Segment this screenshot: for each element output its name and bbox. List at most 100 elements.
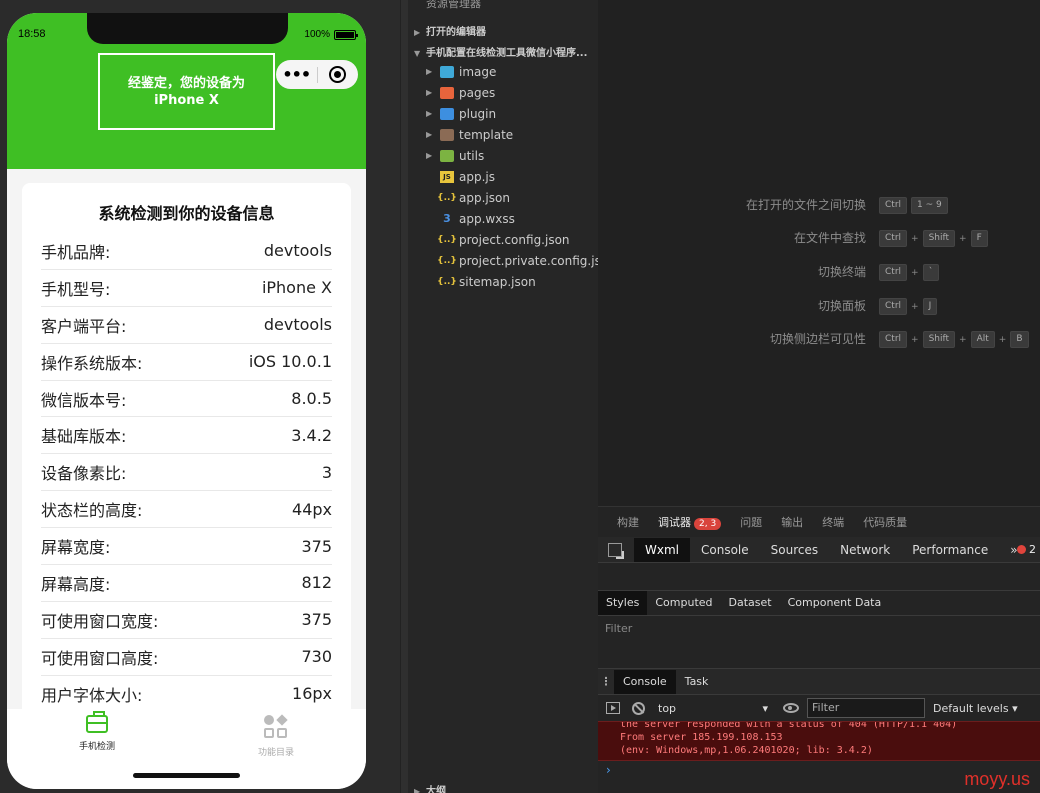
info-label: 屏幕高度: bbox=[41, 574, 111, 594]
info-row: 客户端平台: devtools bbox=[41, 307, 332, 344]
tree-folder-image[interactable]: ▶ image bbox=[426, 61, 496, 82]
key: Ctrl bbox=[879, 298, 908, 315]
tree-folder-template[interactable]: ▶ template bbox=[426, 124, 513, 145]
section-outline[interactable]: ▶ 大纲 bbox=[414, 782, 598, 793]
tab-console-drawer[interactable]: Console bbox=[614, 669, 676, 694]
error-line: (env: Windows,mp,1.06.2401020; lib: 3.4.… bbox=[620, 745, 873, 756]
tree-label: app.json bbox=[459, 190, 510, 205]
shortcut-keys: Ctrl + Shift + Alt + B bbox=[879, 331, 1029, 348]
tab-component-data[interactable]: Component Data bbox=[780, 591, 890, 615]
tree-folder-plugin[interactable]: ▶ plugin bbox=[426, 103, 496, 124]
info-row: 可使用窗口高度: 730 bbox=[41, 639, 332, 676]
chevron-right-icon: ▶ bbox=[414, 28, 421, 37]
kebab-menu-icon[interactable]: ⋮ bbox=[598, 675, 614, 688]
tab-build[interactable]: 构建 bbox=[617, 514, 639, 530]
tab-performance[interactable]: Performance bbox=[901, 538, 999, 562]
error-line: From server 185.199.108.153 bbox=[620, 732, 783, 743]
context-value: top bbox=[658, 701, 677, 715]
tab-sources[interactable]: Sources bbox=[760, 538, 829, 562]
section-label: 大纲 bbox=[426, 786, 446, 793]
folder-icon bbox=[440, 149, 454, 162]
target-icon bbox=[329, 66, 347, 83]
key: Shift bbox=[922, 230, 956, 247]
tab-dataset[interactable]: Dataset bbox=[721, 591, 780, 615]
info-label: 手机品牌: bbox=[41, 242, 111, 262]
miniprogram-capsule: ••• bbox=[276, 60, 358, 89]
tree-label: plugin bbox=[459, 106, 497, 121]
json-file-icon: {..} bbox=[437, 192, 457, 203]
more-menu-icon[interactable]: ••• bbox=[276, 65, 317, 84]
styles-filter-input[interactable]: Filter bbox=[605, 622, 632, 635]
tab-task[interactable]: Task bbox=[676, 670, 718, 694]
tab-debugger[interactable]: 调试器 2, 3 bbox=[658, 514, 722, 530]
tree-file-sitemap[interactable]: {..} sitemap.json bbox=[437, 271, 536, 292]
panel-divider[interactable] bbox=[400, 0, 408, 793]
tab-problems[interactable]: 问题 bbox=[740, 514, 762, 530]
section-project[interactable]: ▼ 手机配置在线检测工具微信小程序... bbox=[414, 44, 598, 59]
eye-icon[interactable] bbox=[783, 703, 799, 713]
tab-console[interactable]: Console bbox=[690, 538, 760, 562]
device-banner: 经鉴定，您的设备为 iPhone X bbox=[98, 53, 275, 130]
chevron-right-icon: ▶ bbox=[426, 109, 433, 118]
close-miniprogram-button[interactable] bbox=[317, 66, 358, 83]
tree-folder-pages[interactable]: ▶ pages bbox=[426, 82, 495, 103]
key: F bbox=[970, 230, 988, 247]
devtools-tabbar: Wxml Console Sources Network Performance… bbox=[598, 537, 1040, 563]
error-badge: 2, 3 bbox=[694, 518, 722, 530]
tab-phone-detect[interactable]: 手机检测 bbox=[37, 711, 157, 752]
info-row: 手机型号: iPhone X bbox=[41, 270, 332, 307]
info-label: 状态栏的高度: bbox=[41, 501, 143, 521]
key: Shift bbox=[922, 331, 956, 348]
json-file-icon: {..} bbox=[437, 234, 457, 245]
key: Ctrl bbox=[879, 230, 908, 247]
tab-network[interactable]: Network bbox=[829, 538, 901, 562]
info-row: 可使用窗口宽度: 375 bbox=[41, 602, 332, 639]
console-filter-input[interactable]: Filter bbox=[807, 698, 925, 718]
tab-code-quality[interactable]: 代码质量 bbox=[863, 514, 907, 530]
sidebar-toggle-icon[interactable] bbox=[606, 702, 620, 714]
log-levels-dropdown[interactable]: Default levels ▾ bbox=[933, 702, 1018, 715]
tree-label: project.config.json bbox=[459, 232, 570, 247]
tab-function-menu[interactable]: 功能目录 bbox=[216, 714, 336, 758]
inspect-element-icon[interactable] bbox=[608, 542, 624, 559]
tree-file-project-config[interactable]: {..} project.config.json bbox=[437, 229, 570, 250]
section-label: 手机配置在线检测工具微信小程序... bbox=[426, 48, 588, 59]
tree-folder-utils[interactable]: ▶ utils bbox=[426, 145, 484, 166]
console-prompt[interactable]: › bbox=[606, 763, 611, 777]
tab-terminal[interactable]: 终端 bbox=[822, 514, 844, 530]
info-value: 8.0.5 bbox=[291, 389, 332, 408]
chevron-right-icon: ▶ bbox=[426, 130, 433, 139]
console-toolbar: top ▾ Filter Default levels ▾ bbox=[598, 695, 1040, 721]
tree-file-app-wxss[interactable]: 3 app.wxss bbox=[440, 208, 515, 229]
explorer-more-icon[interactable]: ··· bbox=[566, 0, 579, 8]
chevron-right-icon: ▶ bbox=[426, 67, 433, 76]
tree-file-app-js[interactable]: JS app.js bbox=[440, 166, 495, 187]
key: B bbox=[1010, 331, 1029, 348]
tree-label: utils bbox=[459, 148, 485, 163]
info-value: 44px bbox=[292, 499, 332, 519]
tab-wxml[interactable]: Wxml bbox=[634, 537, 690, 562]
tab-output[interactable]: 输出 bbox=[781, 514, 803, 530]
tab-styles[interactable]: Styles bbox=[598, 591, 648, 615]
json-file-icon: {..} bbox=[437, 255, 457, 266]
clear-console-icon[interactable] bbox=[632, 701, 645, 715]
section-open-editors[interactable]: ▶ 打开的编辑器 bbox=[414, 23, 598, 38]
explorer-title: 资源管理器 bbox=[426, 0, 481, 10]
device-info-card: 系统检测到你的设备信息 手机品牌: devtools 手机型号: iPhone X … bbox=[22, 183, 351, 723]
info-label: 手机型号: bbox=[41, 279, 111, 299]
tab-computed[interactable]: Computed bbox=[647, 591, 720, 615]
chevron-right-icon: ▶ bbox=[426, 88, 433, 97]
context-select[interactable]: top ▾ bbox=[658, 702, 768, 715]
info-label: 可使用窗口高度: bbox=[41, 648, 159, 668]
info-value: iOS 10.0.1 bbox=[248, 352, 332, 372]
shortcut-label: 在文件中查找 bbox=[793, 231, 866, 245]
folder-icon bbox=[440, 65, 454, 78]
error-count: 2 bbox=[1029, 543, 1036, 556]
info-label: 操作系统版本: bbox=[41, 353, 143, 373]
error-counter[interactable]: 2 bbox=[1017, 537, 1036, 563]
tree-file-project-private-config[interactable]: {..} project.private.config.js... bbox=[437, 250, 612, 271]
error-icon bbox=[1017, 545, 1026, 554]
info-value: 730 bbox=[301, 647, 332, 667]
home-indicator bbox=[133, 773, 240, 778]
tree-file-app-json[interactable]: {..} app.json bbox=[437, 187, 510, 208]
